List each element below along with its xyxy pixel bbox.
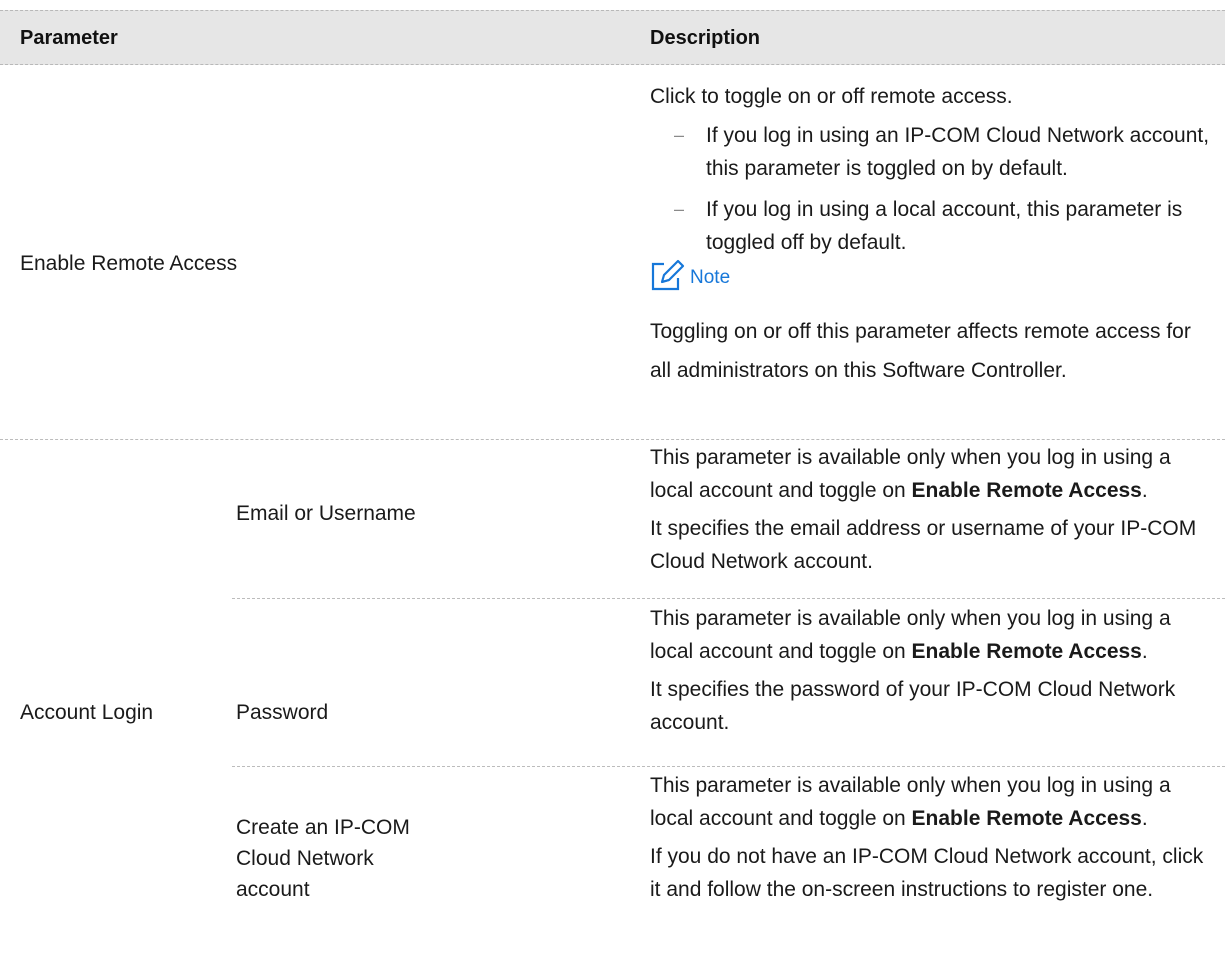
subrow-divider [232, 598, 1225, 599]
list-item: – If you log in using an IP-COM Cloud Ne… [650, 119, 1215, 185]
note-body: Toggling on or off this parameter affect… [650, 320, 1191, 382]
table-header-row: Parameter Description [0, 10, 1225, 65]
subparam-password: Password [236, 701, 329, 724]
desc-line: If you do not have an IP-COM Cloud Netwo… [650, 845, 1204, 901]
bullet-dash: – [674, 199, 685, 219]
desc-punct: . [1141, 640, 1148, 663]
list-item: – If you log in using a local account, t… [650, 193, 1215, 259]
header-description: Description [650, 27, 761, 49]
desc-bold: Enable Remote Access [911, 640, 1142, 663]
desc-line: It specifies the password of your IP-COM… [650, 678, 1176, 734]
bullet-text: If you log in using an IP-COM Cloud Netw… [706, 124, 1210, 180]
desc-enable-remote-access: Click to toggle on or off remote access.… [650, 80, 1215, 267]
header-parameter: Parameter [20, 27, 118, 49]
bullet-text: If you log in using a local account, thi… [706, 198, 1183, 254]
subparam-create-account: Create an IP-COM Cloud Network account [236, 816, 410, 901]
desc-email-username: This parameter is available only when yo… [650, 441, 1215, 583]
desc-create-account: This parameter is available only when yo… [650, 769, 1215, 911]
note-heading: Note [650, 255, 730, 295]
subrow-divider [232, 766, 1225, 767]
desc-intro: Click to toggle on or off remote access. [650, 85, 1013, 108]
param-enable-remote-access: Enable Remote Access [20, 252, 238, 275]
desc-bold: Enable Remote Access [911, 479, 1142, 502]
param-account-login: Account Login [20, 701, 154, 724]
bullet-dash: – [674, 125, 685, 145]
note-pencil-icon [650, 258, 686, 292]
desc-punct: . [1141, 479, 1148, 502]
desc-bold: Enable Remote Access [911, 807, 1142, 830]
desc-password: This parameter is available only when yo… [650, 602, 1215, 744]
note-text: Toggling on or off this parameter affect… [650, 312, 1215, 395]
subparam-email-username: Email or Username [236, 502, 416, 525]
row-divider [0, 439, 1225, 440]
desc-punct: . [1141, 807, 1148, 830]
note-label: Note [690, 267, 731, 288]
desc-line: It specifies the email address or userna… [650, 517, 1197, 573]
